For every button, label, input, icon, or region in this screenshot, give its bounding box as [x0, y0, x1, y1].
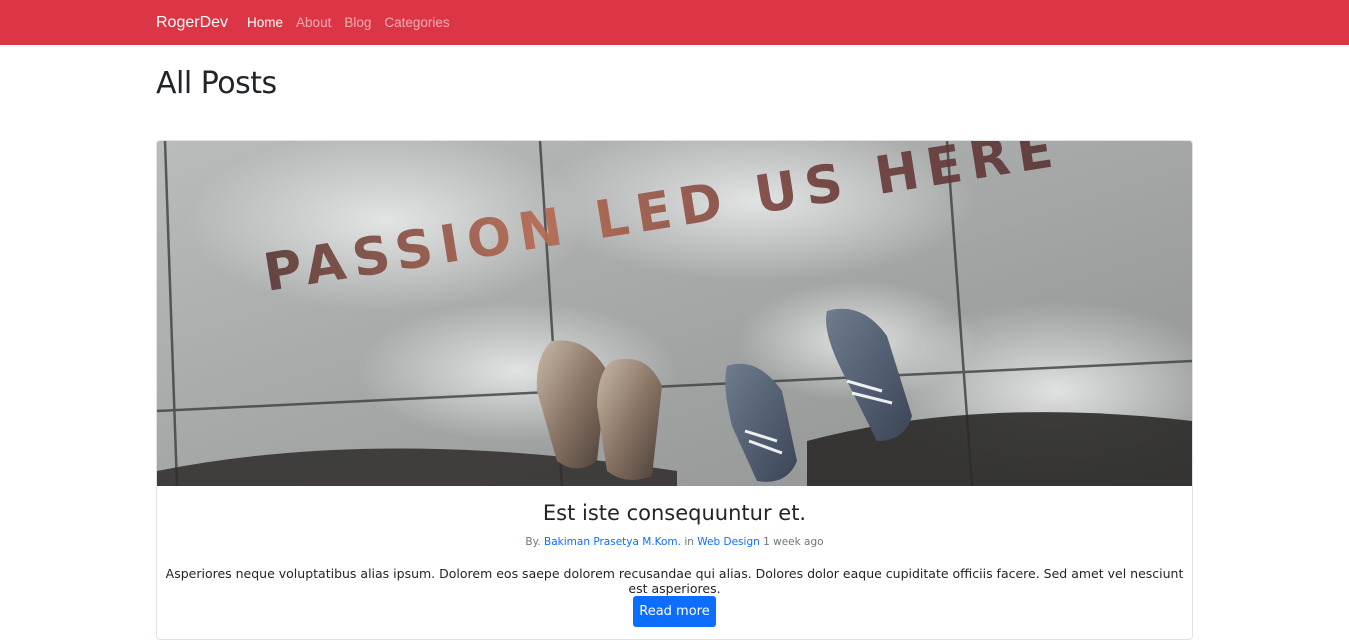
meta-by-label: By. [525, 536, 541, 548]
read-more-button[interactable]: Read more [633, 596, 716, 627]
top-navbar: RogerDev Home About Blog Categories [0, 0, 1349, 45]
post-image[interactable]: PASSION LED US HERE [157, 141, 1192, 486]
post-time: 1 week ago [763, 536, 824, 548]
post-excerpt: Asperiores neque voluptatibus alias ipsu… [165, 566, 1184, 596]
nav-link-home[interactable]: Home [247, 15, 283, 30]
author-link[interactable]: Bakiman Prasetya M.Kom. [544, 536, 681, 548]
nav-link-blog[interactable]: Blog [344, 15, 371, 30]
post-title[interactable]: Est iste consequuntur et. [157, 501, 1192, 525]
navbar-container: RogerDev Home About Blog Categories [156, 0, 463, 45]
post-meta: By. Bakiman Prasetya M.Kom. in Web Desig… [157, 536, 1192, 548]
meta-in-label: in [684, 536, 694, 548]
nav-link-about[interactable]: About [296, 15, 331, 30]
post-card: PASSION LED US HERE Est iste consequuntu… [156, 140, 1193, 640]
category-link[interactable]: Web Design [697, 536, 759, 548]
nav-link-categories[interactable]: Categories [384, 15, 449, 30]
brand-link[interactable]: RogerDev [156, 14, 228, 32]
page-title: All Posts [156, 66, 277, 101]
